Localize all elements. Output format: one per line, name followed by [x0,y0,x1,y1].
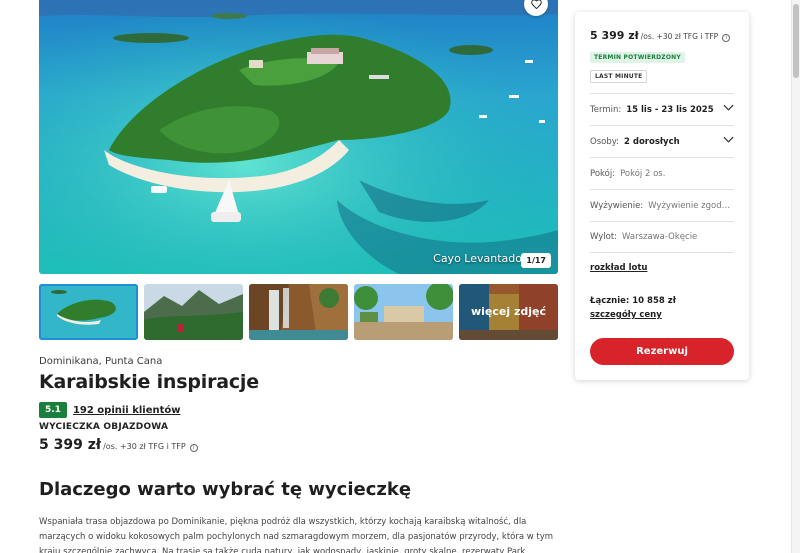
room-field[interactable]: Pokój: Pokój 2 os. [590,157,734,189]
thumbnail-strip: więcej zdjęć [39,284,558,340]
photo-caption: Cayo Levantado [433,252,522,265]
booking-price: 5 399 zł /os. +30 zł TFG i TFP i [590,29,731,42]
persons-value: 2 dorosłych [624,136,680,147]
chevron-down-icon [723,136,734,143]
thumbnail-island-photo [39,284,138,340]
thumbnail-mountains-photo [144,284,243,340]
scrollbar[interactable] [791,0,800,553]
flight-schedule-link[interactable]: rozkład lotu [590,263,647,273]
booking-price-value: 5 399 zł [590,29,639,42]
thumbnail-4[interactable] [354,284,453,340]
board-value: Wyżywienie zgodnie z programem [648,200,734,211]
term-label: Termin: [590,104,622,115]
rating-badge: 5.1 [39,402,67,418]
more-photos-label: więcej zdjęć [459,284,558,340]
thumbnail-colonial-street-photo [354,284,453,340]
price-details-link[interactable]: szczegóły ceny [590,310,662,320]
book-button[interactable]: Rezerwuj [590,338,734,365]
board-field[interactable]: Wyżywienie: Wyżywienie zgodnie z program… [590,189,734,221]
heart-icon [530,0,542,9]
last-minute-badge: LAST MINUTE [590,70,648,83]
confirmed-date-badge: TERMIN POTWIERDZONY [590,52,685,63]
departure-label: Wylot: [590,232,618,242]
term-select[interactable]: Termin: 15 lis - 23 lis 2025 [590,93,734,125]
persons-select[interactable]: Osoby: 2 dorosłych [590,125,734,157]
scrollbar-thumb[interactable] [793,4,799,78]
photo-counter: 1/17 [521,253,551,268]
thumbnail-3[interactable] [249,284,348,340]
board-label: Wyżywienie: [590,200,644,211]
page-title: Karaibskie inspiracje [39,371,259,393]
chevron-down-icon [723,104,734,111]
thumbnail-2[interactable] [144,284,243,340]
thumbnail-1[interactable] [39,284,138,340]
thumbnail-waterfall-photo [249,284,348,340]
rating-row: 5.1 192 opinii klientów [39,402,181,418]
booking-card: 5 399 zł /os. +30 zł TFG i TFP i TERMIN … [575,12,749,380]
page: Cayo Levantado 1/17 więcej zdjęć Dominik… [0,0,800,553]
persons-label: Osoby: [590,136,619,147]
total-price: Łącznie: 10 858 zł [590,296,676,306]
departure-value: Warszawa-Okęcie [622,232,698,242]
info-icon[interactable]: i [189,444,198,452]
trip-type: WYCIECZKA OBJAZDOWA [39,422,169,432]
booking-price-suffix: /os. +30 zł TFG i TFP [640,32,719,41]
term-value: 15 lis - 23 lis 2025 [626,104,714,115]
island-photo [39,0,558,274]
trip-price: 5 399 zł /os. +30 zł TFG i TFP i [39,437,198,453]
departure-field[interactable]: Wylot: Warszawa-Okęcie [590,221,734,253]
price-suffix: /os. +30 zł TFG i TFP [103,442,186,451]
trip-location: Dominikana, Punta Cana [39,356,163,367]
room-value: Pokój 2 os. [620,168,666,179]
price-value: 5 399 zł [39,437,102,453]
hero-photo[interactable]: Cayo Levantado 1/17 [39,0,558,274]
more-photos-button[interactable]: więcej zdjęć [459,284,558,340]
section-title: Dlaczego warto wybrać tę wycieczkę [39,479,412,500]
reviews-link[interactable]: 192 opinii klientów [73,405,181,416]
section-description: Wspaniała trasa objazdowa po Dominikanie… [39,517,554,553]
info-icon[interactable]: i [722,34,731,42]
room-label: Pokój: [590,168,616,179]
